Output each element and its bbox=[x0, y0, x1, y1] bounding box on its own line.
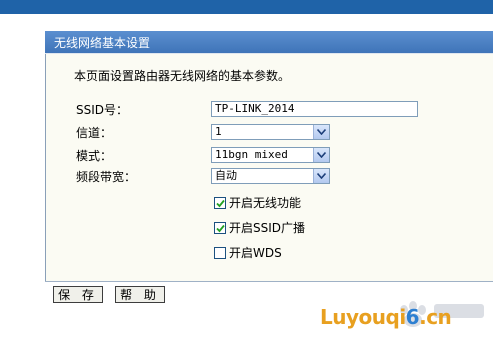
button-bar-divider bbox=[45, 281, 493, 282]
save-button[interactable]: 保 存 bbox=[53, 286, 103, 303]
chevron-down-icon[interactable] bbox=[313, 125, 329, 139]
checkmark-icon bbox=[216, 224, 225, 232]
bandwidth-label: 频段带宽： bbox=[76, 170, 137, 184]
wds-label: 开启WDS bbox=[229, 246, 282, 260]
watermark-site: Luyouqi6.cn bbox=[320, 305, 452, 329]
watermark-text-1: Luyouqi bbox=[320, 305, 406, 329]
enable-wireless-row[interactable]: 开启无线功能 bbox=[214, 194, 301, 211]
left-gutter bbox=[0, 14, 45, 341]
ssid-broadcast-row[interactable]: 开启SSID广播 bbox=[214, 219, 305, 236]
ssid-input[interactable]: TP-LINK_2014 bbox=[211, 101, 418, 117]
channel-value: 1 bbox=[215, 125, 222, 138]
panel-title: 无线网络基本设置 bbox=[45, 31, 493, 53]
mode-value: 11bgn mixed bbox=[215, 148, 288, 161]
top-band bbox=[0, 0, 493, 14]
enable-wireless-label: 开启无线功能 bbox=[229, 196, 302, 210]
chevron-down-icon[interactable] bbox=[313, 169, 329, 183]
mode-label: 模式： bbox=[76, 149, 113, 163]
panel-divider bbox=[45, 53, 493, 54]
watermark-text-3: .cn bbox=[419, 305, 452, 329]
ssid-broadcast-checkbox[interactable] bbox=[214, 221, 226, 234]
enable-wireless-checkbox[interactable] bbox=[214, 196, 226, 209]
chevron-down-icon[interactable] bbox=[313, 148, 329, 162]
panel-description: 本页面设置路由器无线网络的基本参数。 bbox=[74, 69, 291, 83]
channel-label: 信道： bbox=[76, 126, 113, 140]
bandwidth-select[interactable]: 自动 bbox=[211, 168, 330, 184]
wds-row[interactable]: 开启WDS bbox=[214, 244, 282, 261]
checkmark-icon bbox=[216, 199, 225, 207]
help-button[interactable]: 帮 助 bbox=[115, 286, 165, 303]
watermark-text-2: 6 bbox=[405, 305, 420, 329]
ssid-value: TP-LINK_2014 bbox=[215, 102, 295, 115]
wds-checkbox[interactable] bbox=[214, 246, 226, 259]
ssid-broadcast-label: 开启SSID广播 bbox=[229, 221, 306, 235]
channel-select[interactable]: 1 bbox=[211, 124, 330, 140]
mode-select[interactable]: 11bgn mixed bbox=[211, 147, 330, 163]
bandwidth-value: 自动 bbox=[215, 169, 237, 182]
ssid-label: SSID号： bbox=[76, 103, 129, 117]
